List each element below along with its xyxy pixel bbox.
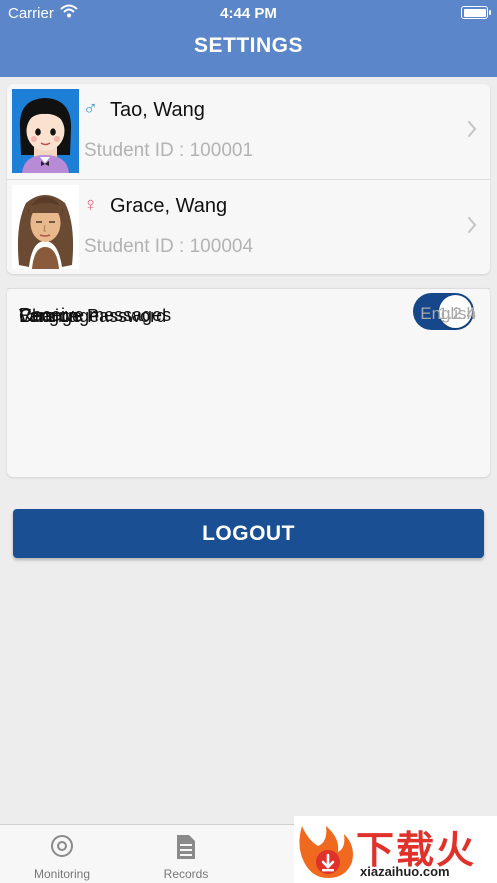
student-id: Student ID : 100001 [84, 140, 254, 161]
avatar [12, 89, 79, 173]
student-row-grace[interactable]: ♀ Grace, Wang Student ID : 100004 [7, 179, 490, 274]
watermark-url: xiazaihuo.com [360, 864, 450, 879]
male-gender-icon: ♂ [83, 98, 98, 120]
student-name: Grace, Wang [110, 195, 228, 217]
student-id: Student ID : 100004 [84, 236, 254, 257]
language-row[interactable]: Language English [7, 288, 490, 335]
female-gender-icon: ♀ [83, 194, 98, 216]
tab-label: Records [163, 867, 209, 881]
flame-logo-icon [299, 826, 353, 878]
student-row-tao[interactable]: ♂ Tao, Wang Student ID : 100001 [7, 84, 490, 179]
avatar [12, 185, 79, 269]
language-label: Language [19, 306, 100, 326]
clock: 4:44 PM [220, 5, 277, 22]
chevron-right-icon [468, 121, 477, 137]
chevron-right-icon [468, 217, 477, 233]
status-bar: Carrier 4:44 PM [0, 0, 497, 26]
monitoring-icon [50, 834, 74, 863]
battery-icon [461, 6, 491, 19]
logout-button[interactable]: LOGOUT [13, 509, 484, 558]
tab-monitoring[interactable]: Monitoring [0, 825, 124, 883]
records-icon [175, 834, 197, 865]
tab-label: Monitoring [33, 867, 91, 881]
navigation-bar: Carrier 4:44 PM SETTINGS [0, 0, 497, 77]
student-name: Tao, Wang [110, 99, 205, 121]
watermark: 下载火 xiazaihuo.com [294, 816, 497, 883]
students-card: ♂ Tao, Wang Student ID : 100001 ♀ Grace,… [7, 84, 490, 274]
settings-card: Receive messages Change Password Version… [7, 288, 490, 477]
page-title: SETTINGS [193, 34, 303, 57]
language-value: English [420, 304, 476, 323]
tab-records[interactable]: Records [124, 825, 248, 883]
